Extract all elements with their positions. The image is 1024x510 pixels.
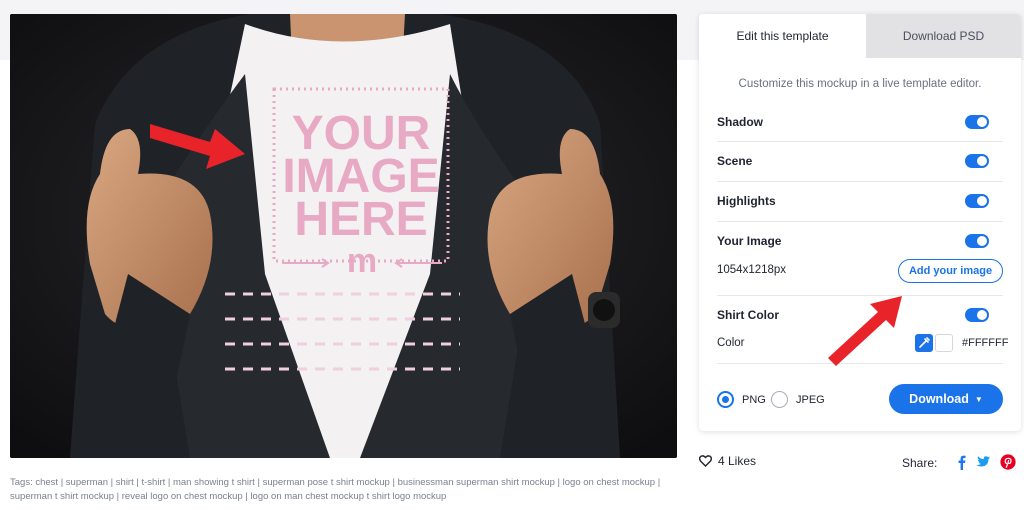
png-label: PNG (742, 394, 766, 406)
editor-subtitle: Customize this mockup in a live template… (738, 78, 982, 90)
pinterest-icon[interactable] (1000, 454, 1016, 470)
download-button[interactable]: Download ▼ (889, 384, 1003, 414)
share-label: Share: (902, 456, 938, 470)
scene-label: Scene (717, 154, 753, 168)
shirt-color-toggle[interactable] (965, 308, 989, 322)
jpeg-radio[interactable] (771, 391, 788, 408)
heart-icon (699, 455, 712, 467)
twitter-icon[interactable] (975, 454, 991, 470)
mockup-preview: YOUR IMAGE HERE m (10, 14, 677, 458)
color-hex-value: #FFFFFF (962, 337, 1009, 349)
shadow-toggle[interactable] (965, 115, 989, 129)
your-image-toggle[interactable] (965, 234, 989, 248)
facebook-icon[interactable] (954, 454, 970, 470)
shadow-label: Shadow (717, 115, 764, 129)
tab-bar: Edit this template Download PSD (699, 14, 1021, 58)
tab-download-psd[interactable]: Download PSD (866, 14, 1021, 58)
add-your-image-button[interactable]: Add your image (898, 259, 1003, 283)
option-row-shadow: Shadow (717, 102, 1003, 142)
option-row-highlights: Highlights (717, 182, 1003, 222)
scene-toggle[interactable] (965, 154, 989, 168)
shirt-color-label: Shirt Color (717, 308, 779, 322)
option-row-your-image: Your Image 1054x1218px Add your image (717, 222, 1003, 296)
red-arrow-icon (828, 296, 902, 366)
png-radio[interactable] (717, 391, 734, 408)
option-row-scene: Scene (717, 142, 1003, 182)
likes-count: 4 Likes (718, 454, 757, 468)
likes-button[interactable]: 4 Likes (699, 454, 756, 468)
placeholder-line-3: HERE (294, 193, 427, 246)
color-swatch[interactable] (935, 334, 953, 352)
tab-edit-template[interactable]: Edit this template (699, 14, 866, 58)
mockup-scene: YOUR IMAGE HERE m (10, 14, 677, 458)
image-size-text: 1054x1218px (717, 264, 787, 276)
placeholder-logo: m (347, 242, 377, 280)
highlights-label: Highlights (717, 194, 776, 208)
caret-down-icon: ▼ (974, 394, 983, 404)
download-label: Download (909, 392, 969, 406)
your-image-label: Your Image (717, 234, 782, 248)
highlights-toggle[interactable] (965, 194, 989, 208)
color-label: Color (717, 337, 745, 349)
jpeg-label: JPEG (796, 394, 825, 406)
tags-list: Tags: chest | superman | shirt | t-shirt… (10, 477, 661, 502)
eyedropper-icon[interactable] (915, 334, 933, 352)
